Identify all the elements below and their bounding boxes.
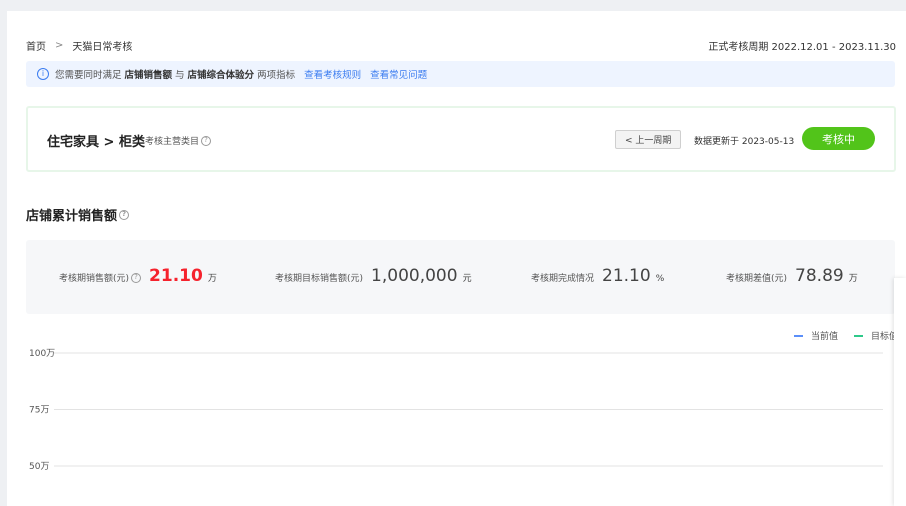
stat-value: 21.10 xyxy=(602,266,651,286)
help-icon[interactable]: ? xyxy=(119,209,130,220)
stat-label: 考核期完成情况 xyxy=(531,274,595,284)
notice-and: 与 xyxy=(175,70,185,81)
stat-unit: 元 xyxy=(462,274,472,284)
stat-label: 考核期销售额(元)? xyxy=(59,271,142,284)
stat-unit: % xyxy=(655,274,665,284)
breadcrumb: 首页 > 天猫日常考核 xyxy=(26,38,132,53)
sales-chart: 100万 75万 50万 xyxy=(29,349,883,472)
stat-target: 考核期目标销售额(元) 1,000,000 元 xyxy=(275,266,472,286)
category-title: 住宅家具 > 柜类 xyxy=(47,135,145,150)
rules-link[interactable]: 查看考核规则 xyxy=(304,67,361,81)
y-tick-label: 100万 xyxy=(29,349,55,359)
stat-value: 78.89 xyxy=(795,266,844,286)
help-icon[interactable]: ? xyxy=(131,272,142,283)
stat-sales: 考核期销售额(元)? 21.10 万 xyxy=(59,266,217,286)
section-title: 店铺累计销售额 ? xyxy=(26,205,130,224)
stat-difference: 考核期差值(元) 78.89 万 xyxy=(726,266,858,286)
previous-period-button[interactable]: < 上一周期 xyxy=(615,130,682,149)
category-subtitle: 考核主营类目 xyxy=(145,137,200,147)
stat-value: 1,000,000 xyxy=(371,266,458,286)
category-subtitle-wrap: 考核主营类目 ? xyxy=(145,134,212,147)
chevron-right-icon: > xyxy=(55,40,64,51)
notice-banner: i 您需要同时满足 店铺销售额 与 店铺综合体验分 两项指标 查看考核规则 查看… xyxy=(26,61,895,87)
stat-label: 考核期差值(元) xyxy=(726,274,788,284)
stat-completion: 考核期完成情况 21.10 % xyxy=(531,266,664,286)
breadcrumb-home[interactable]: 首页 xyxy=(26,38,46,53)
category-card: 住宅家具 > 柜类 考核主营类目 ? < 上一周期 数据更新于 2023-05-… xyxy=(26,106,896,172)
info-icon: i xyxy=(37,68,49,80)
stat-label: 考核期目标销售额(元) xyxy=(275,274,364,284)
stat-value: 21.10 xyxy=(149,266,203,286)
stat-unit: 万 xyxy=(848,274,858,284)
notice-prefix: 您需要同时满足 xyxy=(55,70,122,81)
notice-metric-sales: 店铺销售额 xyxy=(124,70,173,81)
help-icon[interactable]: ? xyxy=(201,135,212,146)
stat-unit: 万 xyxy=(207,274,217,284)
period-range: 2022.12.01 - 2023.11.30 xyxy=(771,42,896,53)
notice-metric-experience: 店铺综合体验分 xyxy=(187,70,255,81)
y-tick-label: 50万 xyxy=(29,462,49,472)
section-title-text: 店铺累计销售额 xyxy=(26,209,118,224)
side-panel-edge xyxy=(894,278,906,506)
period-label: 正式考核周期 xyxy=(708,42,769,53)
notice-suffix: 两项指标 xyxy=(257,70,296,81)
data-updated-text: 数据更新于 2023-05-13 xyxy=(694,137,795,147)
status-button[interactable]: 考核中 xyxy=(802,127,875,150)
page-container: 首页 > 天猫日常考核 正式考核周期 2022.12.01 - 2023.11.… xyxy=(7,11,906,506)
breadcrumb-current: 天猫日常考核 xyxy=(72,42,133,53)
y-tick-label: 75万 xyxy=(29,406,49,416)
assessment-period: 正式考核周期 2022.12.01 - 2023.11.30 xyxy=(708,38,896,53)
faq-link[interactable]: 查看常见问题 xyxy=(370,67,427,81)
stats-panel: 考核期销售额(元)? 21.10 万 考核期目标销售额(元) 1,000,000… xyxy=(26,240,895,314)
